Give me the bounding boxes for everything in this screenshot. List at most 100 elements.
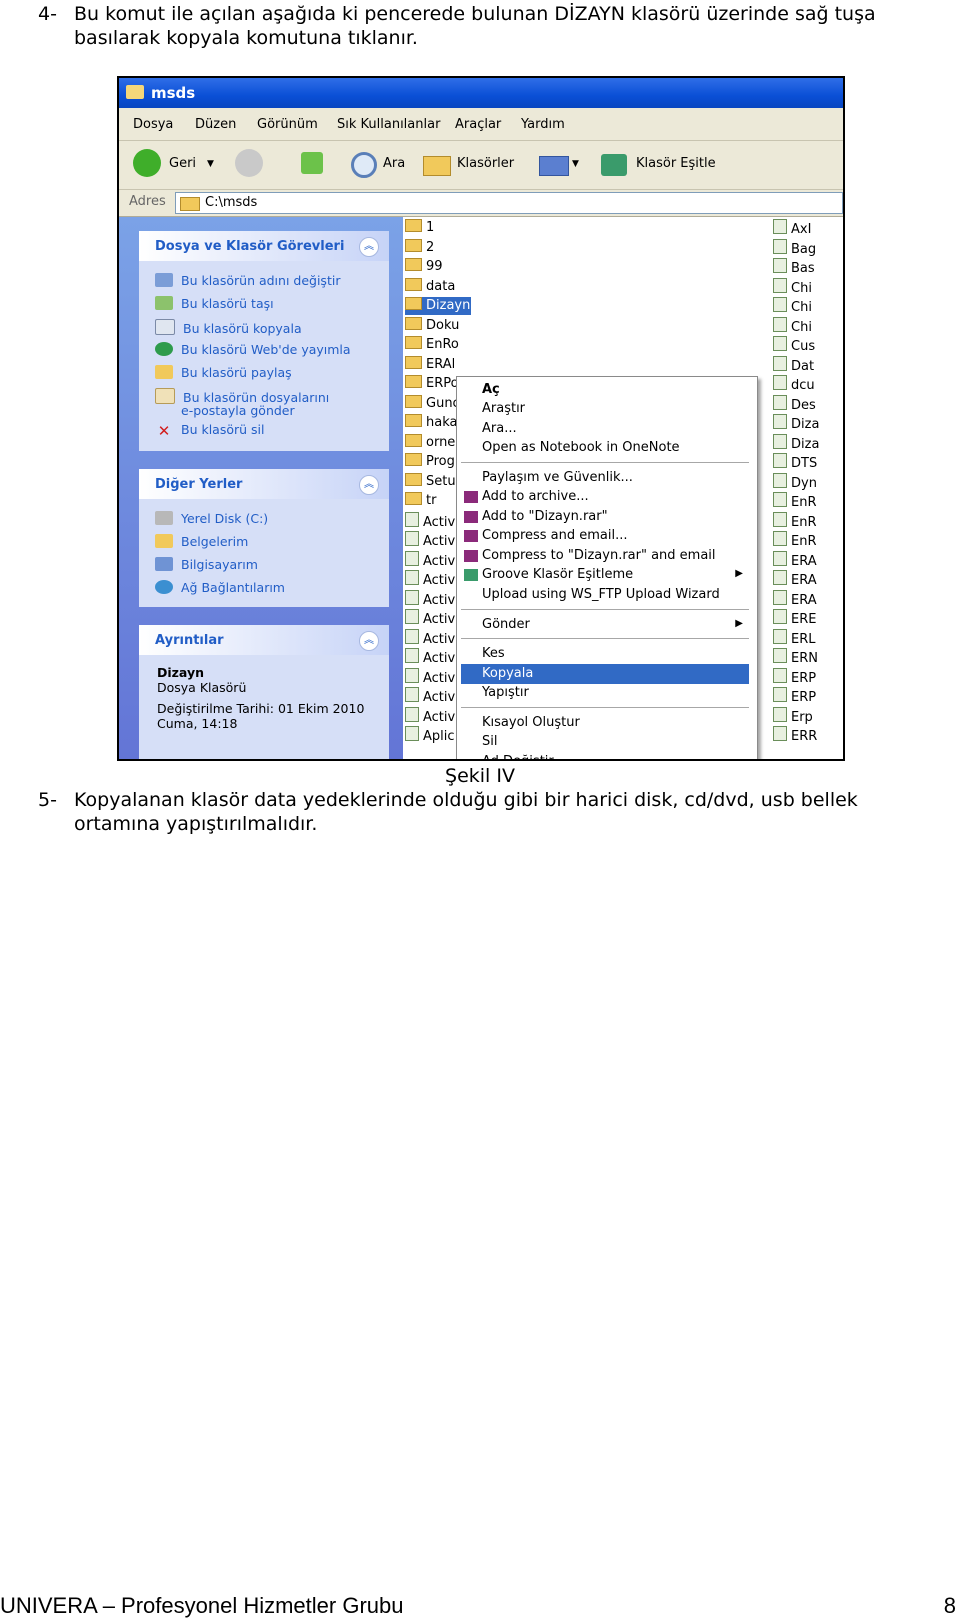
task-share[interactable]: Bu klasörü paylaş [155, 365, 292, 380]
back-dropdown-icon[interactable]: ▼ [207, 159, 214, 169]
menu-item-open[interactable]: Aç [461, 380, 749, 400]
menu-item-explore[interactable]: Araştır [461, 399, 749, 419]
menu-item-ftp-upload[interactable]: Upload using WS_FTP Upload Wizard [461, 585, 749, 605]
views-icon[interactable] [539, 156, 569, 176]
address-field[interactable]: C:\msds [175, 192, 843, 214]
collapse-icon[interactable]: ︽ [359, 631, 379, 651]
back-arrow-icon[interactable] [133, 149, 161, 177]
menu-edit[interactable]: Düzen [195, 117, 236, 132]
forward-arrow-icon[interactable] [235, 149, 263, 177]
file-item[interactable]: Chi [773, 277, 843, 296]
step-4-text: Bu komut ile açılan aşağıda ki pencerede… [74, 3, 876, 49]
place-network[interactable]: Ağ Bağlantılarım [155, 580, 285, 595]
file-item[interactable]: AxI [773, 219, 843, 237]
file-item[interactable]: ERP [773, 667, 843, 686]
file-icon [773, 472, 787, 488]
task-copy[interactable]: Bu klasörü kopyala [155, 319, 302, 336]
address-label: Adres [129, 194, 166, 209]
folder-item[interactable]: data [405, 277, 471, 296]
folder-item[interactable]: 2 [405, 238, 471, 257]
file-item[interactable]: Diza [773, 414, 843, 432]
menu-item-compress-rar-email[interactable]: Compress to "Dizayn.rar" and email [461, 546, 749, 566]
file-item[interactable]: dcu [773, 375, 843, 393]
menu-item-create-shortcut[interactable]: Kısayol Oluştur [461, 713, 749, 733]
menu-item-sharing-security[interactable]: Paylaşım ve Güvenlik... [461, 468, 749, 488]
file-item[interactable]: EnR [773, 492, 843, 510]
folder-icon [405, 238, 422, 252]
file-item[interactable]: ERA [773, 589, 843, 608]
file-item[interactable]: Chi [773, 316, 843, 335]
file-item[interactable]: EnR [773, 531, 843, 549]
place-my-documents[interactable]: Belgelerim [155, 534, 248, 549]
menu-item-delete[interactable]: Sil [461, 732, 749, 752]
file-icon [405, 648, 419, 663]
file-icon [773, 297, 787, 312]
menu-item-copy[interactable]: Kopyala [461, 664, 749, 684]
menu-item-add-to-rar[interactable]: Add to "Dizayn.rar" [461, 507, 749, 527]
task-email-line2[interactable]: e-postayla gönder [181, 403, 295, 418]
menu-item-rename[interactable]: Ad Değiştir [461, 752, 749, 759]
place-my-computer[interactable]: Bilgisayarım [155, 557, 258, 572]
menu-item-compress-email[interactable]: Compress and email... [461, 526, 749, 546]
menu-item-groove-sync[interactable]: Groove Klasör Eşitleme ▶ [461, 565, 749, 585]
folders-button[interactable]: Klasörler [457, 156, 514, 171]
menu-view[interactable]: Görünüm [257, 117, 318, 132]
copy-icon [155, 319, 175, 335]
sync-button[interactable]: Klasör Eşitle [636, 156, 716, 171]
menu-item-search[interactable]: Ara... [461, 419, 749, 439]
file-item[interactable]: Des [773, 394, 843, 413]
file-item[interactable]: ERL [773, 628, 843, 647]
collapse-icon[interactable]: ︽ [359, 237, 379, 257]
menu-file[interactable]: Dosya [133, 117, 173, 132]
folder-item[interactable]: ERAl [405, 355, 471, 374]
file-item[interactable]: Dyn [773, 472, 843, 491]
up-folder-icon[interactable] [301, 152, 323, 174]
file-icon [405, 550, 419, 566]
menu-item-cut[interactable]: Kes [461, 644, 749, 664]
folder-item[interactable]: Doku [405, 316, 471, 335]
file-item[interactable]: Erp [773, 706, 843, 725]
back-button[interactable]: Geri [169, 156, 196, 171]
task-publish[interactable]: Bu klasörü Web'de yayımla [155, 342, 351, 357]
folder-item[interactable]: 99 [405, 258, 471, 276]
folder-item[interactable]: 1 [405, 219, 471, 237]
place-local-disk[interactable]: Yerel Disk (C:) [155, 511, 268, 526]
details-panel-header[interactable]: Ayrıntılar ︽ [139, 625, 389, 655]
folder-icon [405, 375, 422, 388]
file-item[interactable]: ERR [773, 726, 843, 744]
file-item[interactable]: EnR [773, 511, 843, 530]
file-item[interactable]: Bag [773, 238, 843, 257]
views-dropdown-icon[interactable]: ▼ [572, 159, 579, 169]
file-item[interactable]: Chi [773, 297, 843, 315]
task-move[interactable]: Bu klasörü taşı [155, 296, 274, 311]
collapse-icon[interactable]: ︽ [359, 475, 379, 495]
file-item[interactable]: ERN [773, 648, 843, 666]
menu-tools[interactable]: Araçlar [455, 117, 501, 132]
file-icon [773, 570, 787, 585]
file-item[interactable]: ERP [773, 687, 843, 705]
file-item[interactable]: DTS [773, 453, 843, 471]
menu-item-add-to-archive[interactable]: Add to archive... [461, 487, 749, 507]
folder-item[interactable]: EnRo [405, 336, 471, 354]
folder-icon [405, 414, 422, 427]
file-item[interactable]: ERA [773, 570, 843, 588]
file-icon [773, 550, 787, 566]
tasks-panel-header[interactable]: Dosya ve Klasör Görevleri ︽ [139, 231, 389, 261]
places-panel-header[interactable]: Diğer Yerler ︽ [139, 469, 389, 499]
file-item[interactable]: Bas [773, 258, 843, 276]
folder-item-selected[interactable]: Dizayn [405, 297, 471, 315]
menu-item-send-to[interactable]: Gönder ▶ [461, 615, 749, 635]
task-rename[interactable]: Bu klasörün adını değiştir [155, 273, 340, 288]
file-item[interactable]: Diza [773, 433, 843, 452]
file-item[interactable]: ERA [773, 550, 843, 569]
menu-item-open-onenote[interactable]: Open as Notebook in OneNote [461, 438, 749, 458]
search-button[interactable]: Ara [383, 156, 405, 171]
menu-help[interactable]: Yardım [521, 117, 565, 132]
menu-item-paste[interactable]: Yapıştır [461, 683, 749, 703]
menu-favorites[interactable]: Sık Kullanılanlar [337, 117, 440, 132]
file-item[interactable]: Cus [773, 336, 843, 354]
menu-separator [461, 707, 749, 708]
task-delete[interactable]: ✕ Bu klasörü sil [155, 422, 265, 439]
file-item[interactable]: ERE [773, 609, 843, 627]
file-item[interactable]: Dat [773, 355, 843, 374]
